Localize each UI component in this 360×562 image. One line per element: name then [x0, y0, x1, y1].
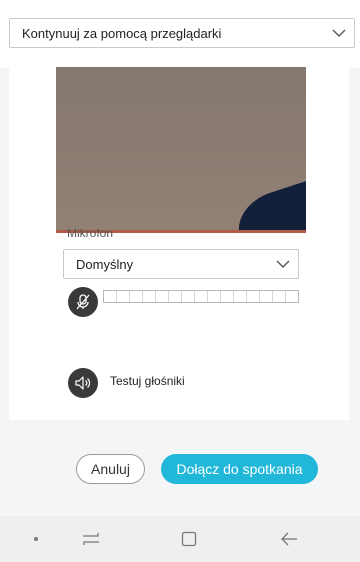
level-segment [208, 291, 221, 302]
test-speaker-label[interactable]: Testuj głośniki [110, 374, 185, 388]
chevron-down-icon [276, 260, 290, 268]
level-segment [104, 291, 117, 302]
cancel-button[interactable]: Anuluj [76, 454, 145, 484]
level-segment [273, 291, 286, 302]
camera-preview [56, 67, 306, 233]
test-speaker-button[interactable] [68, 368, 98, 398]
home-icon[interactable] [174, 516, 204, 562]
level-segment [247, 291, 260, 302]
level-segment [286, 291, 298, 302]
microphone-select[interactable]: Domyślny [63, 249, 299, 279]
level-segment [195, 291, 208, 302]
level-segment [221, 291, 234, 302]
level-segment [169, 291, 182, 302]
dot-icon [26, 516, 46, 562]
level-segment [260, 291, 273, 302]
level-segment [234, 291, 247, 302]
mic-level-meter [103, 290, 299, 303]
speaker-icon [75, 376, 91, 390]
join-mode-select[interactable]: Kontynuuj za pomocą przeglądarki [9, 18, 355, 48]
top-bar: Kontynuuj za pomocą przeglądarki [0, 0, 360, 68]
level-segment [143, 291, 156, 302]
microphone-label: Mikrofon [67, 229, 114, 237]
system-nav-bar [0, 516, 360, 562]
mic-muted-icon [76, 294, 90, 310]
camera-shadow [229, 179, 306, 233]
join-mode-value: Kontynuuj za pomocą przeglądarki [22, 25, 222, 41]
level-segment [117, 291, 130, 302]
action-bar: Anuluj Dołącz do spotkania [0, 420, 360, 516]
level-segment [156, 291, 169, 302]
level-segment [130, 291, 143, 302]
level-segment [182, 291, 195, 302]
back-icon[interactable] [274, 516, 304, 562]
chevron-down-icon [332, 29, 346, 37]
join-meeting-button[interactable]: Dołącz do spotkania [161, 454, 318, 484]
microphone-select-value: Domyślny [76, 256, 134, 272]
mic-mute-toggle[interactable] [68, 287, 98, 317]
recent-apps-icon[interactable] [76, 516, 106, 562]
